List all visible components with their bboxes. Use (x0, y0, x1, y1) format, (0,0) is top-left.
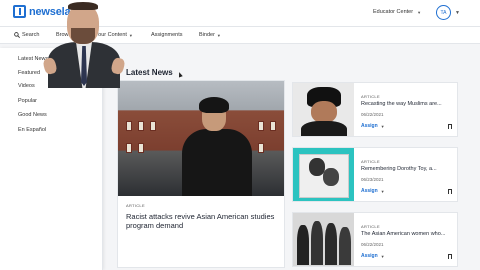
article-card[interactable]: ARTICLE The Asian American women who... … (292, 212, 458, 267)
sidebar-item-en-espanol[interactable]: En Español (18, 127, 46, 133)
article-date: 06/22/2021 (361, 242, 384, 247)
assign-button[interactable]: Assign ▼ (361, 188, 385, 194)
sidebar-item-videos[interactable]: Videos (18, 83, 35, 89)
chevron-down-icon: ▼ (380, 253, 385, 259)
assign-label: Assign (361, 123, 378, 129)
bookmark-icon[interactable] (448, 254, 452, 259)
assign-button[interactable]: Assign ▼ (361, 123, 385, 129)
article-label: ARTICLE (361, 159, 380, 164)
article-date: 06/23/2021 (361, 177, 384, 182)
avatar[interactable]: TA (436, 5, 451, 20)
nav-assignments[interactable]: Assignments (151, 32, 183, 38)
article-title[interactable]: The Asian American women who... (361, 231, 453, 237)
featured-article-card[interactable]: ARTICLE Racist attacks revive Asian Amer… (117, 80, 285, 268)
educator-center-label: Educator Center (373, 9, 414, 15)
nav-assignments-label: Assignments (151, 32, 183, 38)
educator-center-menu[interactable]: Educator Center ▼ (373, 9, 421, 15)
nav-binder-label: Binder (199, 32, 215, 38)
assign-label: Assign (361, 188, 378, 194)
article-card[interactable]: ARTICLE Recasting the way Muslims are...… (292, 82, 458, 137)
featured-article-image (118, 81, 284, 196)
assign-button[interactable]: Assign ▼ (361, 253, 385, 259)
assign-label: Assign (361, 253, 378, 259)
article-label: ARTICLE (361, 224, 380, 229)
avatar-initials: TA (440, 9, 447, 16)
article-date: 06/22/2021 (361, 112, 384, 117)
sidebar-item-featured[interactable]: Featured (18, 70, 40, 76)
article-image (293, 148, 354, 201)
search-icon (14, 32, 20, 38)
sidebar-item-good-news[interactable]: Good News (18, 112, 47, 118)
sidebar-item-popular[interactable]: Popular (18, 98, 37, 104)
newsela-logo-icon (13, 5, 26, 18)
mouse-cursor-icon (177, 71, 183, 78)
article-title[interactable]: Remembering Dorothy Toy, a... (361, 166, 453, 172)
chevron-down-icon[interactable]: ▼ (455, 10, 460, 16)
presenter-video-overlay (38, 0, 130, 88)
bookmark-icon[interactable] (448, 189, 452, 194)
nav-search-label: Search (22, 32, 40, 38)
bookmark-icon[interactable] (448, 124, 452, 129)
chevron-down-icon: ▼ (417, 9, 422, 15)
featured-article-title[interactable]: Racist attacks revive Asian American stu… (126, 212, 276, 230)
chevron-down-icon: ▼ (380, 188, 385, 194)
nav-binder[interactable]: Binder ▼ (199, 32, 221, 38)
nav-search[interactable]: Search (14, 32, 39, 38)
chevron-down-icon: ▼ (380, 123, 385, 129)
article-card[interactable]: ARTICLE Remembering Dorothy Toy, a... 06… (292, 147, 458, 202)
chevron-down-icon: ▼ (216, 32, 221, 38)
student-photo (182, 97, 252, 196)
article-image (293, 213, 354, 266)
article-title[interactable]: Recasting the way Muslims are... (361, 101, 453, 107)
article-label: ARTICLE (126, 203, 145, 208)
article-image (293, 83, 354, 136)
section-title: Latest News (126, 68, 173, 77)
article-label: ARTICLE (361, 94, 380, 99)
